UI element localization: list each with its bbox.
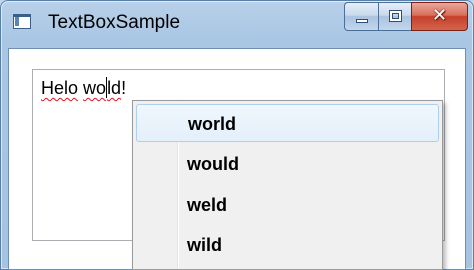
misspelled-word-with-caret[interactable]: wold — [83, 77, 122, 98]
application-window: TextBoxSample ✕ Helo wold! world would w… — [0, 0, 474, 270]
suggestion-item[interactable]: would — [136, 145, 439, 183]
suggestion-label: world — [188, 114, 236, 134]
misspelled-word[interactable]: Helo — [41, 78, 78, 98]
title-bar[interactable]: TextBoxSample ✕ — [0, 0, 474, 48]
close-icon: ✕ — [431, 5, 448, 26]
window-app-icon[interactable] — [13, 14, 31, 29]
minimize-button[interactable] — [344, 2, 378, 31]
textbox-content: Helo wold! — [41, 76, 126, 100]
suggestion-label: would — [187, 154, 239, 174]
text-after-caret: ld — [107, 78, 122, 98]
maximize-icon — [389, 10, 402, 22]
maximize-button[interactable] — [378, 2, 411, 31]
close-button[interactable]: ✕ — [411, 2, 468, 31]
suggestion-label: wild — [187, 235, 222, 255]
suggestion-label: weld — [187, 195, 228, 215]
window-title: TextBoxSample — [48, 12, 181, 33]
suggestion-item[interactable]: wild — [136, 226, 439, 264]
suggestion-item[interactable]: weld — [136, 186, 439, 224]
caption-buttons: ✕ — [344, 2, 468, 31]
text-before-caret: wo — [83, 78, 107, 98]
suggestion-item[interactable]: world — [136, 104, 439, 142]
trailing-punctuation: ! — [121, 78, 127, 98]
minimize-icon — [356, 19, 368, 23]
spelling-suggestions-menu: world would weld wild — [132, 100, 443, 270]
